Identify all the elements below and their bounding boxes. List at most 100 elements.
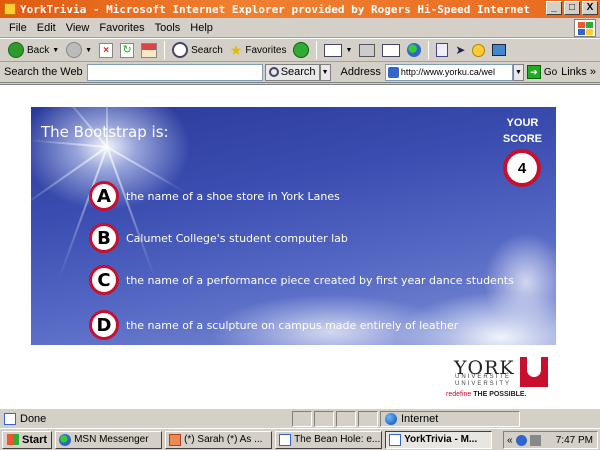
- messenger-icon: [407, 43, 422, 57]
- address-dropdown[interactable]: ▼: [512, 63, 524, 81]
- task-yorktrivia[interactable]: YorkTrivia - M...: [385, 430, 493, 449]
- taskbar: Start MSN Messenger (*) Sarah (*) As ...…: [0, 428, 600, 450]
- history-button[interactable]: [291, 40, 311, 60]
- question-text: The Bootstrap is:: [41, 123, 169, 141]
- go-label: Go: [543, 66, 558, 78]
- stop-button[interactable]: ×: [97, 40, 115, 60]
- volume-icon[interactable]: [529, 434, 541, 446]
- page-content: The Bootstrap is: YOUR SCORE 4 A the nam…: [0, 84, 600, 408]
- answer-text-b: Calumet College's student computer lab: [126, 231, 348, 245]
- menu-help[interactable]: Help: [185, 22, 218, 34]
- task-msn-messenger[interactable]: MSN Messenger: [55, 430, 163, 449]
- refresh-button[interactable]: ↻: [118, 40, 136, 60]
- links-button[interactable]: Links »: [561, 66, 596, 78]
- go-button[interactable]: ➔ Go: [526, 65, 558, 79]
- research-icon: [436, 43, 449, 57]
- task-chat-sarah[interactable]: (*) Sarah (*) As ...: [165, 430, 273, 449]
- edit-page-icon: [382, 43, 401, 57]
- research-button[interactable]: [434, 40, 450, 60]
- home-button[interactable]: [139, 40, 159, 60]
- menu-favorites[interactable]: Favorites: [94, 22, 149, 34]
- task-label: YorkTrivia - M...: [404, 434, 478, 445]
- answer-letter-a[interactable]: A: [89, 181, 119, 211]
- cursor-button[interactable]: ➤: [453, 40, 467, 60]
- answer-letter-b[interactable]: B: [89, 223, 119, 253]
- task-label: (*) Sarah (*) As ...: [184, 434, 263, 445]
- menu-edit[interactable]: Edit: [32, 22, 61, 34]
- search-web-button-label: Search: [280, 66, 316, 78]
- score-label: YOUR SCORE: [503, 115, 542, 147]
- mail-button[interactable]: ▼: [322, 40, 354, 60]
- answer-letter-d[interactable]: D: [89, 310, 119, 340]
- close-button[interactable]: X: [582, 1, 598, 15]
- print-button[interactable]: [357, 40, 377, 60]
- links-label: Links: [561, 66, 587, 78]
- answer-option-d[interactable]: D the name of a sculpture on campus made…: [89, 310, 458, 340]
- back-label: Back: [27, 44, 50, 56]
- star-icon: ★: [229, 41, 243, 58]
- system-tray: « 7:47 PM: [503, 431, 598, 449]
- ie-app-icon: [4, 3, 16, 15]
- monitor-icon: [492, 44, 507, 56]
- windows-logo-icon: [574, 19, 596, 37]
- answer-text-d: the name of a sculpture on campus made e…: [126, 318, 459, 332]
- status-cell: [314, 410, 334, 427]
- score-label-line-1: YOUR: [506, 117, 539, 129]
- answer-text-a: the name of a shoe store in York Lanes: [126, 189, 340, 203]
- search-web-input[interactable]: [86, 63, 263, 81]
- go-arrow-icon: ➔: [526, 65, 541, 79]
- search-dropdown[interactable]: ▼: [319, 63, 331, 81]
- ie-page-icon: [389, 433, 402, 446]
- sun-ray: [106, 146, 156, 279]
- standard-toolbar: Back ▼ ▼ × ↻ Search ★ Favorites ▼ ➤: [0, 38, 600, 62]
- forward-arrow-icon: [66, 42, 83, 58]
- answer-letter-c[interactable]: C: [89, 265, 119, 295]
- clock[interactable]: 7:47 PM: [556, 435, 597, 446]
- answer-option-b[interactable]: B Calumet College's student computer lab: [89, 223, 348, 253]
- toolbar-separator: [428, 41, 430, 59]
- smiley-icon: [472, 43, 486, 57]
- status-cell: [358, 410, 378, 427]
- printer-icon: [359, 43, 376, 57]
- score-badge: 4: [503, 149, 541, 187]
- search-icon: [268, 67, 279, 77]
- start-button[interactable]: Start: [2, 430, 53, 449]
- window-title-bar[interactable]: YorkTrivia - Microsoft Internet Explorer…: [0, 0, 600, 18]
- maximize-button[interactable]: □: [564, 1, 580, 15]
- security-zone: Internet: [380, 410, 520, 427]
- status-cell: [336, 410, 356, 427]
- search-web-button[interactable]: Search: [264, 63, 320, 81]
- messenger-button[interactable]: [405, 40, 423, 60]
- menu-tools[interactable]: Tools: [150, 22, 186, 34]
- favorites-button[interactable]: ★ Favorites: [228, 40, 289, 60]
- answer-option-c[interactable]: C the name of a performance piece create…: [89, 265, 514, 295]
- page-icon: [387, 66, 399, 78]
- tray-expand-icon[interactable]: «: [507, 435, 513, 446]
- back-button[interactable]: Back ▼: [6, 40, 61, 60]
- status-bar: Done Internet: [0, 408, 600, 428]
- toolbar-separator: [316, 41, 318, 59]
- task-bean-hole[interactable]: The Bean Hole: e...: [275, 430, 383, 449]
- forward-button[interactable]: ▼: [64, 40, 94, 60]
- trivia-panel: The Bootstrap is: YOUR SCORE 4 A the nam…: [31, 107, 556, 345]
- network-icon[interactable]: [515, 434, 527, 446]
- window-title: YorkTrivia - Microsoft Internet Explorer…: [20, 2, 530, 16]
- sun-ray: [58, 146, 108, 279]
- minimize-button[interactable]: _: [546, 1, 562, 15]
- answer-option-a[interactable]: A the name of a shoe store in York Lanes: [89, 181, 340, 211]
- history-icon: [293, 42, 310, 58]
- chevron-down-icon: ▼: [345, 46, 353, 54]
- edit-button[interactable]: [380, 40, 402, 60]
- back-arrow-icon: [8, 42, 24, 58]
- chevron-right-icon: »: [589, 66, 596, 78]
- stop-icon: ×: [99, 42, 114, 58]
- menu-file[interactable]: File: [4, 22, 32, 34]
- search-button[interactable]: Search: [170, 40, 225, 60]
- smiley-button[interactable]: [470, 40, 487, 60]
- address-input[interactable]: http://www.yorku.ca/wel: [384, 63, 513, 81]
- menu-view[interactable]: View: [61, 22, 95, 34]
- monitor-button[interactable]: [490, 40, 508, 60]
- zone-label: Internet: [401, 412, 439, 425]
- address-url: http://www.yorku.ca/wel: [400, 67, 495, 77]
- messenger-icon: [59, 433, 72, 446]
